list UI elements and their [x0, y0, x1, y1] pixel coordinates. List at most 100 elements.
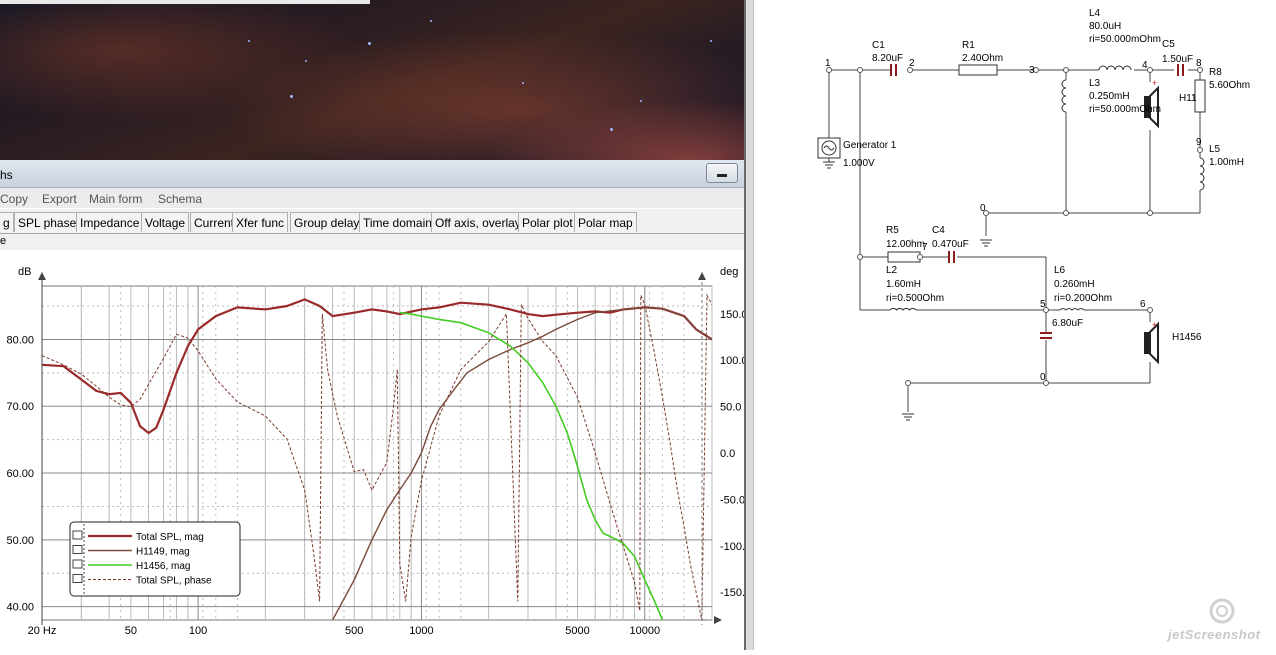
r5-value: 12.00hm — [886, 239, 925, 250]
y2-tick-label: 50.0 — [720, 402, 741, 414]
x-tick-label: 500 — [345, 625, 363, 637]
star — [305, 60, 307, 62]
x-tick-label: 5000 — [565, 625, 589, 637]
y2-tick-label: 0.0 — [720, 448, 735, 460]
menu-bar: Copy Export Main form Schema — [0, 188, 744, 208]
minimize-icon — [717, 174, 727, 177]
star — [710, 40, 712, 42]
menu-export[interactable]: Export — [42, 192, 77, 206]
r8-name: R8 — [1209, 67, 1222, 78]
legend-checkbox — [72, 559, 83, 569]
menu-schema[interactable]: Schema — [158, 192, 202, 206]
tab-spl-magnitude[interactable]: g — [0, 212, 14, 232]
x-tick-label: 100 — [189, 625, 207, 637]
frequency-response-chart[interactable]: 80.00 70.00 60.00 50.00 40.00 150.0 100.0 50.0 0… — [0, 250, 751, 650]
c1-name: C1 — [872, 40, 885, 51]
node-label: 4 — [1142, 60, 1148, 71]
node-label: 0 — [1040, 372, 1046, 383]
c4-value: 0.470uF — [932, 239, 969, 250]
chart-legend: Total SPL, mag H1149, mag H1456, mag Total … — [69, 521, 241, 597]
l4-ri: ri=50.000mOhm — [1089, 34, 1161, 45]
watermark-text: jetScreenshot — [1168, 627, 1261, 642]
node-label: 1 — [825, 58, 831, 69]
watermark: jetScreenshot — [1168, 596, 1272, 646]
crossover-schematic[interactable]: + + C1 8.20uF R1 2.40Ohm L4 80.0uH ri=50… — [754, 0, 1276, 650]
tab-polar-plot[interactable]: Polar plot — [518, 212, 577, 232]
tab-current[interactable]: Current — [190, 212, 239, 232]
y2-tick-label: -150.0 — [720, 587, 744, 599]
l6-name: L6 — [1054, 265, 1066, 276]
h11-name: H11 — [1179, 93, 1197, 104]
r1-value: 2.40Ohm — [962, 53, 1003, 64]
tab-off-axis-overlay[interactable]: Off axis, overlay — [431, 212, 525, 232]
legend-checkbox — [72, 530, 83, 540]
menu-main-form[interactable]: Main form — [89, 192, 142, 206]
r1-name: R1 — [962, 40, 975, 51]
y2-axis-label: deg — [720, 266, 738, 278]
star — [368, 42, 371, 45]
desktop-background — [0, 0, 748, 165]
generator-name: Generator 1 — [843, 140, 897, 151]
window-titlebar[interactable]: hs — [0, 160, 744, 188]
x-tick-label: 20 Hz — [28, 625, 57, 637]
y2-tick-label: 100.0 — [720, 355, 744, 367]
node-label: 3 — [1029, 65, 1035, 76]
desktop-top-strip — [0, 0, 370, 4]
schematic-svg[interactable]: + + C1 8.20uF R1 2.40Ohm L4 80.0uH ri=50… — [754, 0, 1276, 650]
r5-name: R5 — [886, 225, 899, 236]
tab-bar: g SPL phase Impedance Voltage Current Xf… — [0, 209, 744, 234]
tab-time-domain[interactable]: Time domain — [359, 212, 436, 232]
generator-symbol — [817, 137, 841, 159]
camera-icon — [1209, 598, 1235, 624]
generator-value: 1.000V — [843, 158, 875, 169]
y-tick-label: 40.00 — [6, 602, 34, 614]
y-axis-arrow — [38, 272, 46, 280]
y2-tick-label: -50.0 — [720, 494, 744, 506]
l3-ri: ri=50.000mOhm — [1089, 104, 1161, 115]
star — [610, 128, 613, 131]
star — [640, 100, 642, 102]
l2-ri: ri=0.500Ohm — [886, 293, 944, 304]
tab-voltage[interactable]: Voltage — [141, 212, 190, 232]
tab-impedance[interactable]: Impedance — [76, 212, 144, 232]
legend-label: H1456, mag — [136, 561, 190, 572]
legend-label: H1149, mag — [136, 547, 190, 558]
y-tick-label: 50.00 — [6, 535, 34, 547]
node-label: 9 — [1196, 137, 1202, 148]
svg-text:+: + — [1152, 78, 1157, 88]
l5-name: L5 — [1209, 144, 1221, 155]
star — [522, 82, 524, 84]
sub-toolbar-label: e — [0, 235, 7, 247]
x-tick-label: 10000 — [629, 625, 660, 637]
node-label: 5 — [1040, 299, 1046, 310]
l2-value: 1.60mH — [886, 279, 921, 290]
tab-xfer-func[interactable]: Xfer func — [232, 212, 289, 232]
minimize-button[interactable] — [706, 163, 738, 183]
star — [248, 40, 250, 42]
l3-name: L3 — [1089, 78, 1101, 89]
menu-copy[interactable]: Copy — [0, 192, 28, 206]
panel-splitter[interactable] — [744, 0, 754, 650]
chart-svg[interactable]: 80.00 70.00 60.00 50.00 40.00 150.0 100.0 50.0 0… — [0, 250, 751, 650]
tab-polar-map[interactable]: Polar map — [574, 212, 637, 232]
legend-checkbox — [72, 574, 83, 583]
node-label: 7 — [922, 242, 928, 253]
y-tick-label: 80.00 — [6, 334, 34, 346]
c1-value: 8.20uF — [872, 53, 903, 64]
window-title: hs — [0, 168, 13, 182]
star — [430, 20, 432, 22]
y-tick-label: 70.00 — [6, 401, 34, 413]
l6-value: 0.260mH — [1054, 279, 1095, 290]
c6-value: 6.80uF — [1052, 318, 1083, 329]
y2-tick-label: -100.0 — [720, 541, 744, 553]
tab-spl-phase[interactable]: SPL phase — [14, 212, 81, 232]
node-label: 6 — [1140, 299, 1146, 310]
tab-group-delay[interactable]: Group delay — [290, 212, 364, 232]
l3-value: 0.250mH — [1089, 91, 1130, 102]
l5-value: 1.00mH — [1209, 157, 1244, 168]
c5-value: 1.50uF — [1162, 54, 1193, 65]
y2-axis-arrow — [698, 272, 706, 280]
l2-name: L2 — [886, 265, 898, 276]
sub-toolbar: e — [0, 234, 744, 250]
l4-value: 80.0uH — [1089, 21, 1121, 32]
